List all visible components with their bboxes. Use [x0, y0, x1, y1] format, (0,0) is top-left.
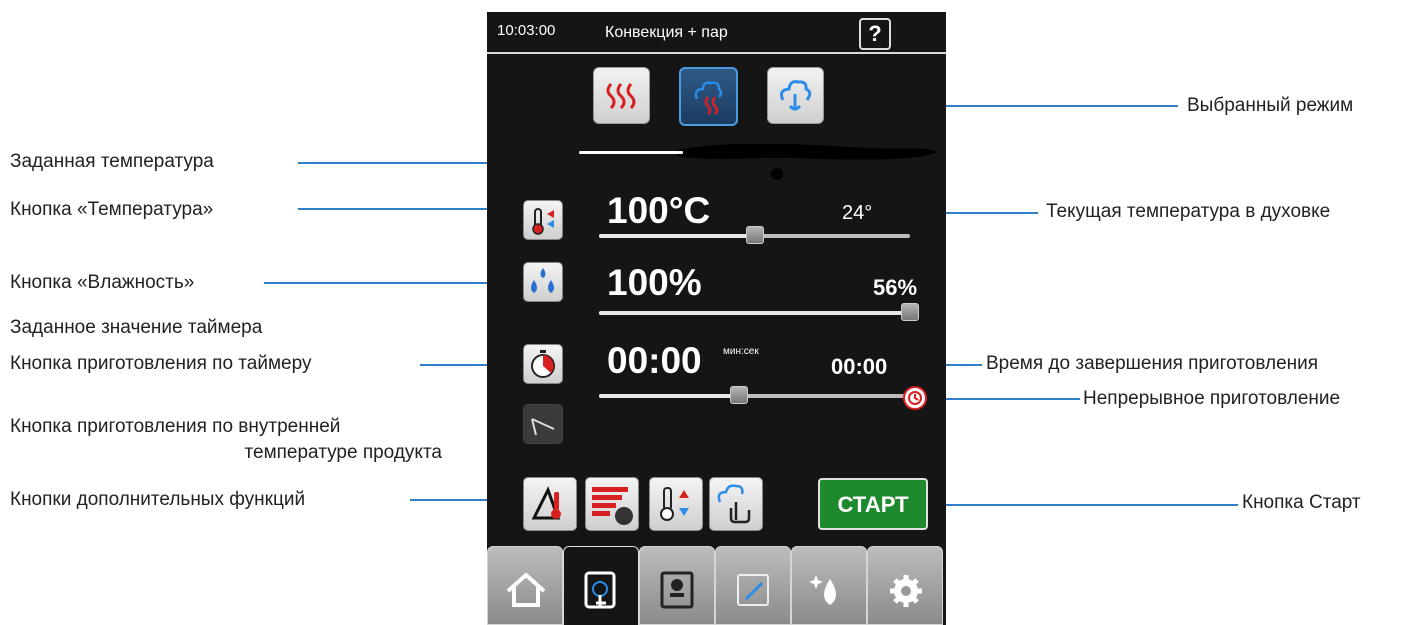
func-delta-t-button[interactable] — [523, 477, 577, 531]
annotation-start-button: Кнопка Старт — [1242, 492, 1361, 513]
annotation-line — [264, 282, 520, 284]
mode-title: Конвекция + пар — [605, 24, 728, 41]
timer-slider[interactable] — [599, 386, 910, 404]
steam-injection-icon — [717, 484, 751, 524]
humidity-icon — [531, 268, 554, 293]
temperature-slider-fill — [599, 234, 755, 238]
mode-indicator — [579, 151, 683, 154]
scribble-marking — [677, 143, 937, 180]
oven-screen: 10:03:00 Конвекция + пар ? 100°C 24° 100… — [487, 12, 946, 625]
timer-slider-fill — [599, 394, 739, 398]
cleaning-icon — [809, 575, 836, 605]
humidity-slider-fill — [599, 311, 910, 315]
annotation-humidity-button: Кнопка «Влажность» — [10, 272, 195, 293]
steam-icon — [780, 80, 812, 111]
timer-icon — [531, 350, 555, 378]
thermometer-icon — [532, 208, 554, 235]
timer-slider-thumb[interactable] — [729, 386, 748, 404]
fan-speed-icon — [592, 487, 633, 525]
annotation-temp-button: Кнопка «Температура» — [10, 199, 214, 220]
func-fan-button[interactable] — [585, 477, 639, 531]
temperature-adjust-icon — [660, 487, 689, 521]
tab-settings[interactable] — [867, 546, 943, 625]
help-button[interactable]: ? — [859, 18, 891, 50]
annotation-extra-functions: Кнопки дополнительных функций — [10, 489, 306, 510]
settings-icon — [890, 575, 922, 607]
convection-mode-button[interactable] — [593, 67, 650, 124]
tab-manual[interactable] — [563, 546, 639, 625]
func-temp-control-button[interactable] — [649, 477, 703, 531]
cookbook-icon — [660, 571, 694, 609]
start-button[interactable]: СТАРТ — [818, 478, 928, 530]
annotation-selected-mode: Выбранный режим — [1187, 95, 1354, 116]
core-probe-icon — [531, 418, 555, 436]
combi-mode-button[interactable] — [679, 67, 738, 126]
annotation-line — [928, 398, 1080, 400]
core-probe-button[interactable] — [523, 404, 563, 444]
annotation-continuous: Непрерывное приготовление — [1083, 388, 1341, 409]
clock: 10:03:00 — [497, 22, 556, 39]
header-divider — [487, 52, 946, 54]
tab-cookbook[interactable] — [639, 546, 715, 625]
continuous-cooking-button[interactable] — [903, 386, 927, 410]
temperature-slider[interactable] — [599, 226, 910, 244]
temperature-button[interactable] — [523, 200, 563, 240]
set-temperature: 100°C — [607, 190, 711, 231]
set-humidity: 100% — [607, 262, 702, 303]
combi-steam-icon — [694, 81, 723, 115]
annotation-probe-line2: температуре продукта — [244, 442, 442, 463]
steam-mode-button[interactable] — [767, 67, 824, 124]
tab-cleaning[interactable] — [791, 546, 867, 625]
timer-button[interactable] — [523, 344, 563, 384]
humidity-button[interactable] — [523, 262, 563, 302]
home-icon — [506, 572, 546, 607]
tab-home[interactable] — [487, 546, 563, 625]
annotation-current-temp: Текущая температура в духовке — [1046, 201, 1331, 222]
humidity-slider-thumb[interactable] — [901, 303, 919, 321]
current-humidity: 56% — [873, 275, 918, 300]
annotation-probe-line1: Кнопка приготовления по внутренней — [10, 416, 341, 437]
edit-icon — [737, 574, 769, 606]
annotation-set-temperature: Заданная температура — [10, 151, 214, 172]
set-timer: 00:00 — [607, 340, 702, 381]
current-temperature: 24° — [842, 202, 873, 224]
tab-edit[interactable] — [715, 546, 791, 625]
humidity-slider[interactable] — [599, 303, 919, 321]
annotation-remaining-time: Время до завершения приготовления — [986, 353, 1319, 374]
timer-unit: мин:сек — [723, 346, 759, 357]
continuous-clock-icon — [908, 391, 922, 405]
annotation-timer-button: Кнопка приготовления по таймеру — [10, 353, 312, 374]
temperature-slider-thumb[interactable] — [745, 226, 764, 244]
func-steam-injection-button[interactable] — [709, 477, 763, 531]
convection-icon — [606, 83, 636, 110]
annotation-line — [946, 504, 1238, 506]
remaining-time: 00:00 — [831, 354, 888, 379]
annotation-timer-value: Заданное значение таймера — [10, 317, 263, 338]
delta-temperature-icon — [531, 486, 561, 520]
manual-icon — [584, 571, 616, 609]
